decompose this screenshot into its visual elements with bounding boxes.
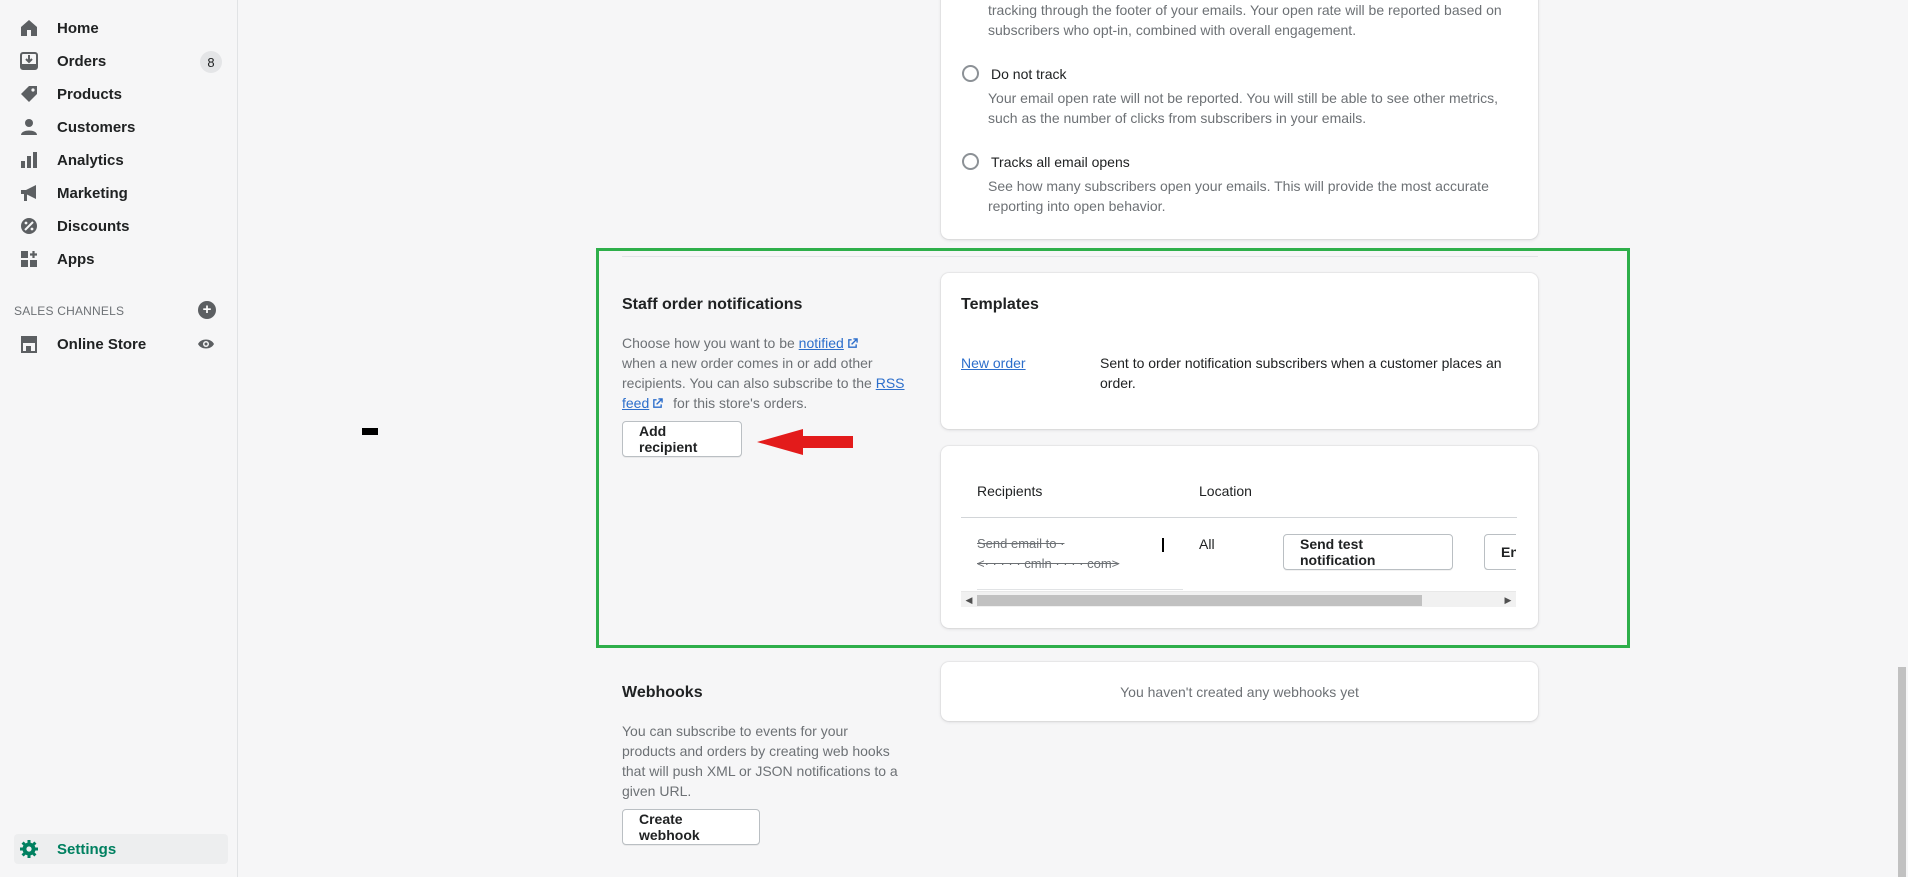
orders-count-badge: 8 [200,51,222,73]
radio-button[interactable] [962,65,979,82]
apps-icon [18,248,40,270]
add-sales-channel-icon[interactable]: + [198,301,216,319]
sidebar-item-customers[interactable]: Customers [14,112,228,142]
sidebar-item-discounts[interactable]: Discounts [14,211,228,241]
home-icon [18,17,40,39]
radio-do-not-track[interactable]: Do not track [962,65,1066,82]
sidebar-item-label: Online Store [57,335,147,353]
radio-button[interactable] [962,153,979,170]
sidebar-item-apps[interactable]: Apps [14,244,228,274]
sidebar-item-label: Marketing [57,184,128,202]
radio-tracks-all-email-opens[interactable]: Tracks all email opens [962,153,1130,170]
tag-icon [18,83,40,105]
sidebar-item-products[interactable]: Products [14,79,228,109]
sales-channels-title: SALES CHANNELS [14,304,125,318]
webhooks-empty-text: You haven't created any webhooks yet [1120,683,1359,700]
discount-icon [18,215,40,237]
sidebar-item-label: Analytics [57,151,124,169]
sidebar-item-label: Customers [57,118,136,136]
tracking-top-text: tracking through the footer of your emai… [988,2,1502,38]
tracks-all-help: See how many subscribers open your email… [988,178,1489,214]
sidebar-item-settings[interactable]: Settings [14,834,228,864]
sidebar-item-label: Discounts [57,217,130,235]
sidebar-item-label: Settings [57,840,117,858]
sidebar-item-label: Products [57,85,123,103]
sidebar-item-label: Home [57,19,99,37]
do-not-track-help: Your email open rate will not be reporte… [988,90,1498,126]
sidebar: Home Orders 8 Products Customers Analyti… [0,0,238,877]
megaphone-icon [18,182,40,204]
radio-label: Tracks all email opens [991,153,1130,170]
sidebar-item-label: Apps [57,250,95,268]
page-scrollbar-thumb[interactable] [1898,667,1906,877]
webhooks-title: Webhooks [622,684,703,701]
sidebar-item-orders[interactable]: Orders 8 [14,46,228,76]
highlight-annotation [596,248,1630,648]
gear-icon [18,838,40,860]
cursor-mark [362,428,378,435]
webhooks-card: You haven't created any webhooks yet [941,662,1538,721]
person-icon [18,116,40,138]
webhooks-desc: You can subscribe to events for your pro… [622,723,898,799]
sidebar-item-online-store[interactable]: Online Store [14,329,228,359]
orders-icon [18,50,40,72]
store-icon [18,333,40,355]
sidebar-item-marketing[interactable]: Marketing [14,178,228,208]
bar-chart-icon [18,149,40,171]
sidebar-item-home[interactable]: Home [14,13,228,43]
sidebar-item-analytics[interactable]: Analytics [14,145,228,175]
create-webhook-button[interactable]: Create webhook [622,809,760,845]
sidebar-item-label: Orders [57,52,107,70]
radio-label: Do not track [991,65,1067,82]
eye-icon[interactable] [197,335,215,358]
